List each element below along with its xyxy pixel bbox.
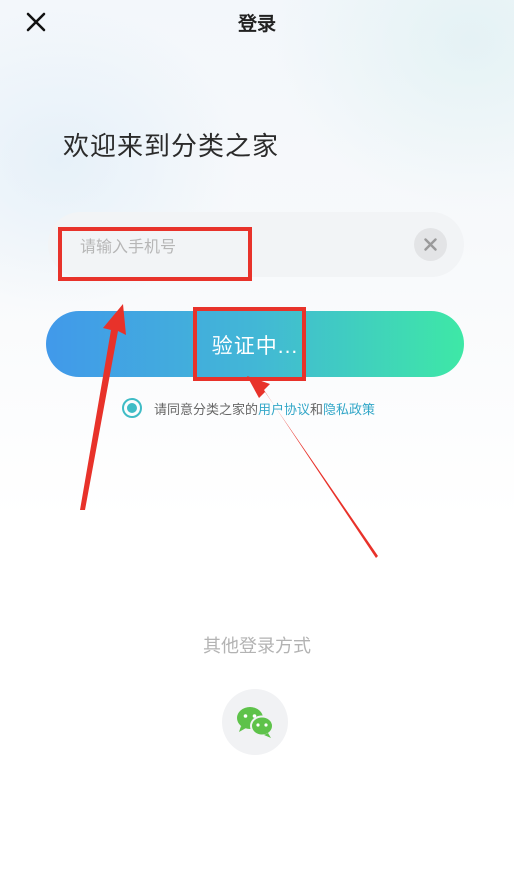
agree-radio[interactable] [122, 398, 142, 418]
other-login-label: 其他登录方式 [203, 636, 311, 657]
radio-checked-dot [127, 403, 137, 413]
wechat-icon [237, 707, 274, 738]
page-title: 登录 [237, 13, 276, 35]
agreement-conjunction: 和 [310, 402, 324, 418]
phone-field-container [48, 212, 464, 277]
wechat-login-button[interactable] [222, 689, 288, 755]
agreement-row: 请同意分类之家的 用户协议和隐私政策 [122, 396, 375, 420]
phone-input[interactable] [78, 232, 402, 260]
agreement-prefix: 请同意分类之家的 [154, 402, 259, 418]
privacy-policy-link[interactable]: 隐私政策 [323, 399, 375, 418]
verify-button[interactable]: 验证中... [46, 311, 464, 377]
user-agreement-link[interactable]: 用户协议 [258, 399, 310, 418]
clear-input-button[interactable] [414, 228, 447, 261]
welcome-heading: 欢迎来到分类之家 [63, 132, 280, 162]
clear-icon [424, 238, 437, 251]
top-bar: 登录 [0, 0, 514, 44]
verify-button-label: 验证中... [211, 335, 299, 358]
